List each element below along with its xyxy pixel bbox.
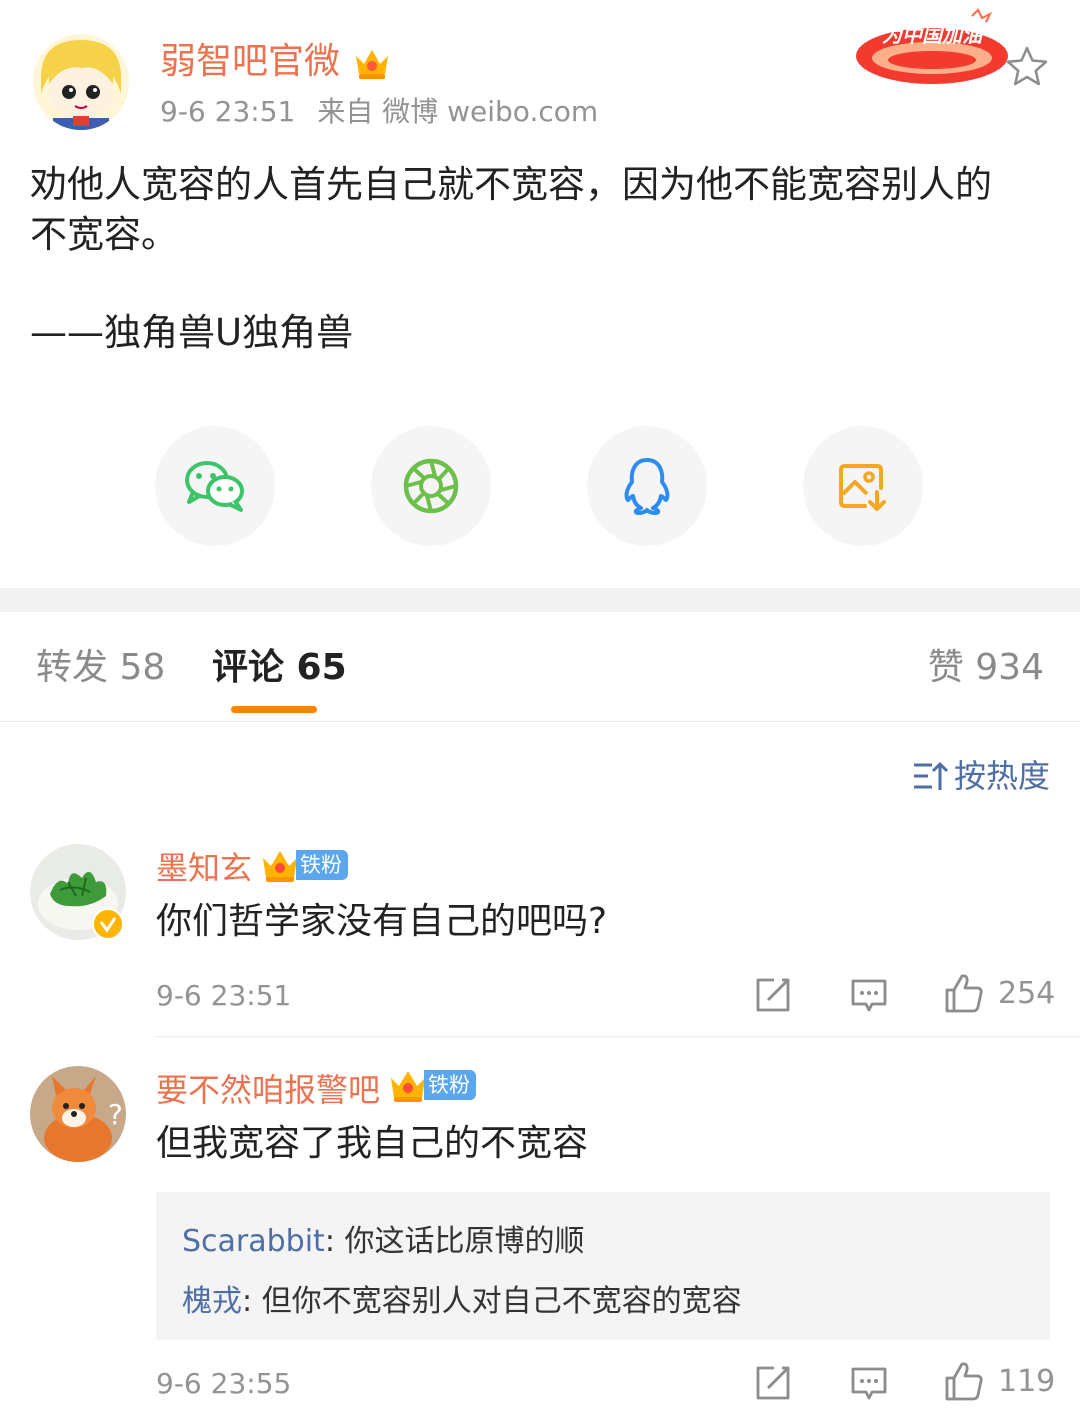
crown-icon bbox=[391, 1071, 425, 1102]
save-image-icon bbox=[839, 464, 886, 511]
comment-text: 你们哲学家没有自己的吧吗? bbox=[156, 901, 608, 942]
reply-author-name[interactable]: 槐戎 bbox=[182, 1284, 242, 1319]
comment-time: 9-6 23:55 bbox=[156, 1367, 292, 1400]
fan-badge-label: 铁粉 bbox=[424, 1070, 476, 1100]
post-time: 9-6 23:51 bbox=[160, 95, 296, 128]
sort-label: 按热度 bbox=[953, 757, 1050, 795]
share-row bbox=[0, 426, 1080, 546]
svg-text:?: ? bbox=[108, 1098, 123, 1131]
section-divider bbox=[0, 588, 1080, 612]
comment-icon bbox=[851, 1367, 887, 1400]
tab-repost[interactable]: 转发 58 bbox=[36, 644, 165, 692]
cheer-badge-text: 为中国加油 bbox=[882, 23, 985, 47]
tab-comment[interactable]: 评论 65 bbox=[212, 644, 347, 692]
post-source: 来自 微博 weibo.com bbox=[317, 95, 599, 128]
reply-preview-box[interactable]: Scarabbit: 你这话比原博的顺 槐戎: 但你不宽容别人对自己不宽容的宽容 bbox=[156, 1192, 1050, 1340]
fan-badge: 铁粉 bbox=[260, 846, 348, 884]
reply-author-name[interactable]: Scarabbit bbox=[182, 1224, 325, 1259]
comment-author-name[interactable]: 墨知玄 bbox=[156, 848, 252, 888]
like-button[interactable]: 119 bbox=[944, 1360, 1055, 1402]
share-edit-icon bbox=[756, 1366, 790, 1400]
post-content: 劝他人宽容的人首先自己就不宽容，因为他不能宽容别人的 不宽容。 ——独角兽U独角… bbox=[30, 160, 1050, 358]
comment-time: 9-6 23:51 bbox=[156, 979, 292, 1012]
comment-author-name[interactable]: 要不然咱报警吧 bbox=[156, 1070, 380, 1110]
interaction-tabs: 转发 58 评论 65 赞 934 bbox=[0, 612, 1080, 722]
vip-crown-icon bbox=[352, 42, 392, 82]
reply-button[interactable] bbox=[850, 1366, 888, 1402]
reply-text: : 你这话比原博的顺 bbox=[324, 1224, 585, 1259]
reply-text: : 但你不宽容别人对自己不宽容的宽容 bbox=[242, 1284, 742, 1319]
qq-icon bbox=[624, 458, 670, 515]
share-qq-button[interactable] bbox=[587, 426, 707, 546]
moments-icon bbox=[403, 458, 459, 514]
thumbs-up-icon bbox=[945, 1362, 983, 1401]
cheer-badge: 为中国加油 bbox=[852, 6, 1012, 88]
post-signature: ——独角兽U独角兽 bbox=[30, 311, 354, 354]
wechat-icon bbox=[185, 461, 244, 512]
like-count: 119 bbox=[998, 1363, 1056, 1399]
reply-item: Scarabbit: 你这话比原博的顺 bbox=[182, 1212, 1024, 1272]
like-button[interactable]: 254 bbox=[944, 972, 1055, 1014]
post-text-line: 不宽容。 bbox=[30, 213, 178, 256]
post-text-line: 劝他人宽容的人首先自己就不宽容，因为他不能宽容别人的 bbox=[30, 163, 992, 206]
save-image-button[interactable] bbox=[803, 426, 923, 546]
reply-item: 槐戎: 但你不宽容别人对自己不宽容的宽容 bbox=[182, 1272, 1024, 1332]
comment-text: 但我宽容了我自己的不宽容 bbox=[156, 1123, 589, 1164]
share-wechat-button[interactable] bbox=[155, 426, 275, 546]
post-author-name[interactable]: 弱智吧官微 bbox=[160, 38, 340, 86]
post-meta: 9-6 23:51 来自 微博 weibo.com bbox=[160, 94, 598, 130]
avatar[interactable] bbox=[33, 34, 129, 130]
crown-icon bbox=[263, 851, 297, 882]
verified-badge-icon bbox=[92, 908, 124, 940]
repost-button[interactable] bbox=[754, 1364, 792, 1402]
tab-like[interactable]: 赞 934 bbox=[928, 644, 1044, 692]
fan-badge-label: 铁粉 bbox=[296, 850, 348, 880]
fan-badge: 铁粉 bbox=[388, 1066, 476, 1104]
avatar[interactable]: ? bbox=[30, 1066, 126, 1162]
repost-button[interactable] bbox=[754, 976, 792, 1014]
share-moments-button[interactable] bbox=[371, 426, 491, 546]
sort-by-heat-button[interactable]: 按热度 bbox=[912, 756, 1050, 796]
reply-button[interactable] bbox=[850, 978, 888, 1014]
comment-divider bbox=[156, 1036, 1080, 1037]
like-count: 254 bbox=[998, 975, 1056, 1011]
post-header: 弱智吧官微 9-6 23:51 来自 微博 weibo.com 为中国加油 bbox=[0, 0, 1080, 150]
sort-icon bbox=[913, 762, 948, 790]
favorite-star-icon[interactable] bbox=[1004, 44, 1050, 90]
comment-icon bbox=[851, 979, 887, 1012]
active-tab-indicator bbox=[231, 706, 317, 713]
thumbs-up-icon bbox=[945, 974, 983, 1013]
share-edit-icon bbox=[756, 978, 790, 1012]
